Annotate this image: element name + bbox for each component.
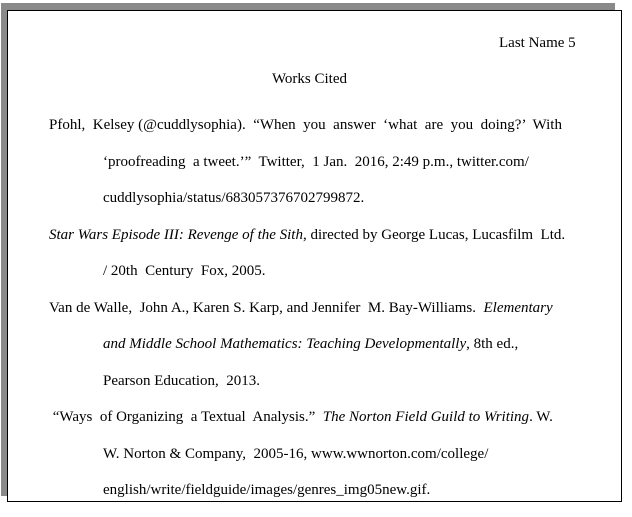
citation-line: Pfohl, Kelsey (@cuddlysophia). “When you… [49,107,609,144]
works-cited-list: Pfohl, Kelsey (@cuddlysophia). “When you… [49,107,609,509]
citation-line: “Ways of Organizing a Textual Analysis.”… [53,399,609,436]
citation-text: Van de Walle, John A., Karen S. Karp, an… [49,299,484,316]
italic-title: Elementary [483,299,553,316]
citation-text: english/write/fieldguide/images/genres_i… [103,482,431,498]
citation-text: Pfohl, Kelsey (@cuddlysophia). “When you… [49,117,562,133]
citation-text: W. Norton & Company, 2005-16, www.wwnort… [103,445,489,462]
citation-text: , directed by George Lucas, Lucasfilm Lt… [302,226,566,243]
citation-entry: Pfohl, Kelsey (@cuddlysophia). “When you… [49,107,609,217]
citation-line: and Middle School Mathematics: Teaching … [103,326,609,363]
citation-text: “Ways of Organizing a Textual Analysis.” [49,409,323,425]
citation-text: . W. [529,409,553,425]
citation-entry: Van de Walle, John A., Karen S. Karp, an… [49,290,609,400]
italic-title: Star Wars Episode III: Revenge of the Si… [49,226,303,243]
citation-entry: “Ways of Organizing a Textual Analysis.”… [49,399,609,509]
citation-entry: Star Wars Episode III: Revenge of the Si… [49,217,609,290]
citation-text: cuddlysophia/status/683057376702799872. [103,190,365,206]
works-cited-title: Works Cited [271,71,348,87]
citation-line: ‘proofreading a tweet.’” Twitter, 1 Jan.… [103,144,609,181]
citation-line: Pearson Education, 2013. [103,363,609,400]
citation-text: , 8th ed., [466,336,519,352]
italic-title: The Norton Field Guild to Writing [322,409,530,425]
running-header: Last Name 5 [499,35,576,51]
document-page: Last Name 5 Works Cited Pfohl, Kelsey (@… [7,10,622,502]
citation-line: Star Wars Episode III: Revenge of the Si… [49,217,609,254]
citation-text: / 20th Century Fox, 2005. [103,263,266,279]
citation-line: / 20th Century Fox, 2005. [103,253,609,290]
italic-title: and Middle School Mathematics: Teaching … [103,336,467,352]
citation-text: Pearson Education, 2013. [103,372,261,389]
citation-line: W. Norton & Company, 2005-16, www.wwnort… [103,436,609,473]
citation-text: ‘proofreading a tweet.’” Twitter, 1 Jan.… [103,153,529,170]
citation-line: Van de Walle, John A., Karen S. Karp, an… [49,290,609,327]
citation-line: english/write/fieldguide/images/genres_i… [103,472,609,509]
citation-line: cuddlysophia/status/683057376702799872. [103,180,609,217]
